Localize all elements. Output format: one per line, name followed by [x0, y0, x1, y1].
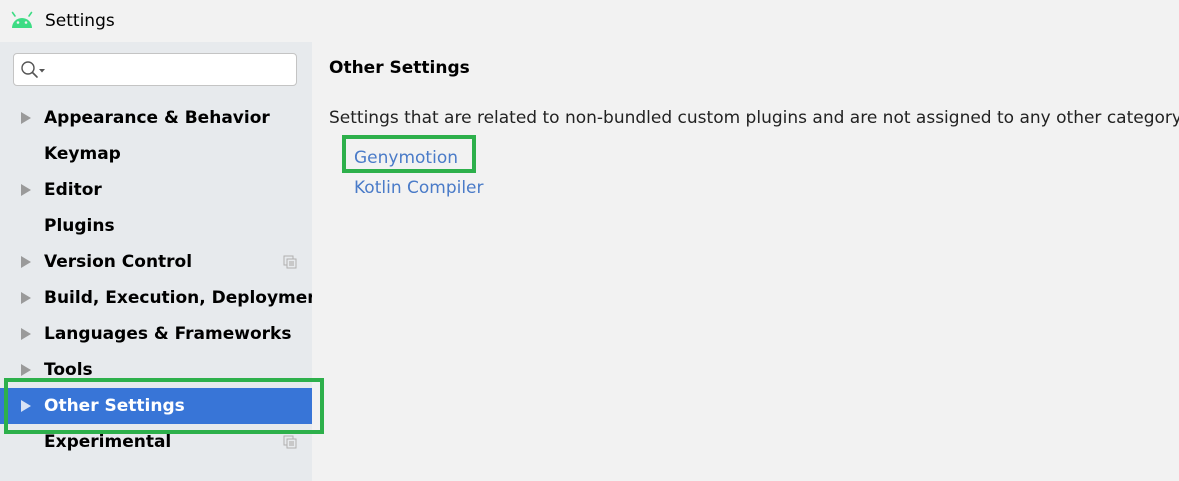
settings-sidebar: Appearance & Behavior Keymap Editor Plug…: [0, 42, 328, 481]
sidebar-item-version-control[interactable]: Version Control: [0, 244, 312, 280]
sidebar-item-label: Other Settings: [44, 396, 185, 416]
title-bar: Settings: [0, 0, 1179, 42]
sidebar-item-label: Build, Execution, Deployment: [44, 288, 328, 308]
expand-arrow-icon[interactable]: [21, 364, 31, 376]
sidebar-item-tools[interactable]: Tools: [0, 352, 312, 388]
expand-arrow-icon[interactable]: [21, 328, 31, 340]
section-description: Settings that are related to non-bundled…: [329, 108, 1179, 128]
sidebar-item-other-settings[interactable]: Other Settings: [0, 388, 312, 424]
project-settings-copy-icon: [283, 435, 297, 449]
expand-arrow-icon[interactable]: [21, 400, 31, 412]
project-settings-copy-icon: [283, 255, 297, 269]
search-box[interactable]: [13, 53, 297, 86]
expand-arrow-icon[interactable]: [21, 292, 31, 304]
search-icon[interactable]: [20, 60, 46, 80]
sidebar-item-label: Plugins: [44, 216, 115, 236]
sidebar-item-languages-frameworks[interactable]: Languages & Frameworks: [0, 316, 312, 352]
sidebar-item-plugins[interactable]: Plugins: [0, 208, 312, 244]
sidebar-item-appearance-behavior[interactable]: Appearance & Behavior: [0, 100, 312, 136]
sidebar-item-label: Tools: [44, 360, 93, 380]
genymotion-link[interactable]: Genymotion: [354, 146, 458, 170]
page-title: Other Settings: [329, 58, 470, 78]
sidebar-item-experimental[interactable]: Experimental: [0, 424, 312, 460]
expand-arrow-icon[interactable]: [21, 112, 31, 124]
settings-tree: Appearance & Behavior Keymap Editor Plug…: [0, 100, 328, 460]
sidebar-item-label: Version Control: [44, 252, 193, 272]
sidebar-item-label: Experimental: [44, 432, 172, 452]
search-input[interactable]: [48, 58, 288, 82]
expand-arrow-icon[interactable]: [21, 184, 31, 196]
expand-arrow-icon[interactable]: [21, 256, 31, 268]
settings-content-panel: Other Settings Settings that are related…: [312, 42, 1179, 481]
sidebar-item-label: Appearance & Behavior: [44, 108, 270, 128]
sidebar-item-label: Languages & Frameworks: [44, 324, 292, 344]
sidebar-item-label: Keymap: [44, 144, 121, 164]
kotlin-compiler-link[interactable]: Kotlin Compiler: [354, 176, 484, 200]
sidebar-item-build-execution-deployment[interactable]: Build, Execution, Deployment: [0, 280, 328, 316]
window-title: Settings: [45, 11, 115, 31]
android-icon: [11, 11, 33, 28]
sidebar-item-keymap[interactable]: Keymap: [0, 136, 312, 172]
sidebar-item-editor[interactable]: Editor: [0, 172, 312, 208]
sidebar-item-label: Editor: [44, 180, 102, 200]
